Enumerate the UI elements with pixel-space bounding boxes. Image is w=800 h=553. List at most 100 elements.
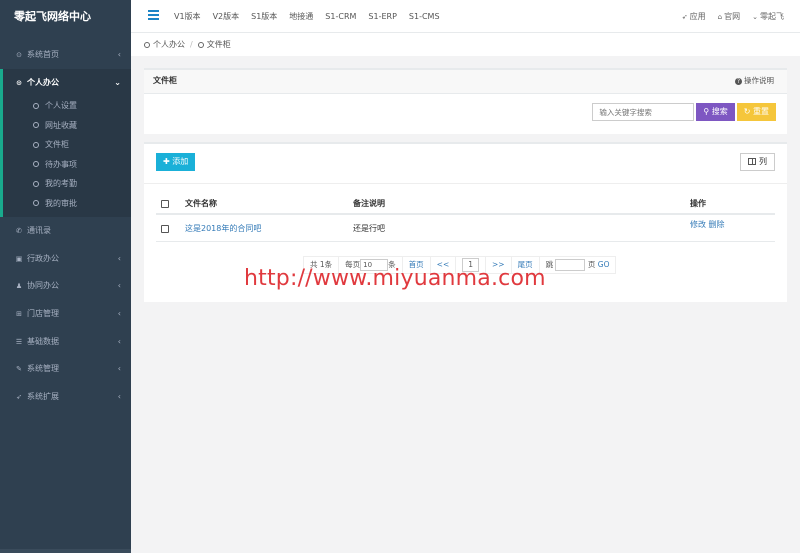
header-name: 文件名称 xyxy=(185,199,217,208)
topnav-s1[interactable]: S1版本 xyxy=(251,11,277,22)
panel-title: 文件柜 ? 操作说明 xyxy=(144,70,787,94)
delete-link[interactable]: 删除 xyxy=(709,220,725,229)
reset-button[interactable]: ↻ 重置 xyxy=(736,103,776,121)
topnav-v2[interactable]: V2版本 xyxy=(213,11,240,22)
dashboard-icon: ⊙ xyxy=(16,51,22,59)
sidebar-item-label: 系统扩展 xyxy=(27,391,59,401)
refresh-icon: ↻ xyxy=(743,107,753,116)
row-checkbox[interactable] xyxy=(161,225,169,233)
edit-link[interactable]: 修改 xyxy=(690,220,706,229)
chevron-left-icon: ‹ xyxy=(117,308,121,318)
chevron-left-icon: ‹ xyxy=(117,336,121,346)
sidebar-item-label: 个人办公 xyxy=(27,77,59,87)
sidebar-item-collab[interactable]: ♟ 协同办公 ‹ xyxy=(0,272,131,300)
circle-icon xyxy=(33,122,39,129)
rocket-icon: ➶ xyxy=(681,13,688,21)
breadcrumb-item: 文件柜 xyxy=(206,40,231,49)
header-note: 备注说明 xyxy=(353,199,385,208)
topnav-erp[interactable]: S1-ERP xyxy=(368,12,397,21)
columns-icon xyxy=(748,157,756,165)
sidebar-item-extensions[interactable]: ➶ 系统扩展 ‹ xyxy=(0,383,131,411)
top-right-links: ➶ 应用 ⌂ 官网 ⌄ 零起飞 xyxy=(670,0,784,33)
sidebar: 零起飞网络中心 ⊙ 系统首页 ‹ ⊙ 个人办公 ⌄ 个人设置 网址收藏 文件柜 待办… xyxy=(0,0,131,553)
sidebar-subitem-filecabinet[interactable]: 文件柜 xyxy=(3,135,131,155)
select-all-checkbox[interactable] xyxy=(161,200,169,208)
table-header: 文件名称 备注说明 操作 xyxy=(156,194,775,215)
sidebar-scrollbar[interactable] xyxy=(0,549,131,553)
sidebar-item-personal[interactable]: ⊙ 个人办公 ⌄ xyxy=(3,69,131,97)
sidebar-item-home[interactable]: ⊙ 系统首页 ‹ xyxy=(0,41,131,69)
header-op: 操作 xyxy=(690,199,706,208)
sidebar-subitem-attendance[interactable]: 我的考勤 xyxy=(3,174,131,194)
circle-icon xyxy=(144,41,150,48)
rocket-icon: ➶ xyxy=(16,392,22,401)
users-icon: ♟ xyxy=(15,282,23,291)
search-button[interactable]: ⚲ 搜索 xyxy=(696,103,735,121)
top-nav-links: V1版本 V2版本 S1版本 地接通 S1-CRM S1-ERP S1-CMS xyxy=(174,0,452,33)
sidebar-group-personal: ⊙ 个人办公 ⌄ 个人设置 网址收藏 文件柜 待办事项 我的考勤 我的审批 xyxy=(0,68,131,218)
sidebar-subitem-bookmarks[interactable]: 网址收藏 xyxy=(3,116,131,136)
search-icon: ⚲ xyxy=(703,107,712,116)
circle-icon xyxy=(33,200,39,207)
home-icon: ⌂ xyxy=(717,13,723,21)
sidebar-subitem-settings[interactable]: 个人设置 xyxy=(3,96,131,116)
file-note: 还是行吧 xyxy=(353,224,385,233)
breadcrumb: 个人办公 / 文件柜 xyxy=(131,33,800,56)
sidebar-subitem-approval[interactable]: 我的审批 xyxy=(3,194,131,214)
sitemap-icon: ⊞ xyxy=(16,309,22,318)
row-actions: 修改 删除 xyxy=(690,215,725,235)
table-row: 这是2018年的合同吧 还是行吧 修改 删除 xyxy=(156,215,775,242)
sidebar-item-label: 系统首页 xyxy=(27,50,59,59)
breadcrumb-separator: / xyxy=(190,40,193,49)
file-name-link[interactable]: 这是2018年的合同吧 xyxy=(185,215,261,242)
sidebar-item-label: 系统管理 xyxy=(27,364,59,374)
sidebar-item-label: 通讯录 xyxy=(27,226,51,236)
jump-page-input[interactable] xyxy=(555,259,586,271)
topnav-crm[interactable]: S1-CRM xyxy=(325,12,356,21)
circle-icon xyxy=(33,102,39,109)
add-button[interactable]: ✚ 添加 xyxy=(156,153,196,171)
question-icon: ? xyxy=(735,78,742,85)
brand-title: 零起飞网络中心 xyxy=(0,0,131,33)
sidebar-item-admin[interactable]: ▣ 行政办公 ‹ xyxy=(0,245,131,273)
search-panel: 文件柜 ?操作说明 ⚲ 搜索 ↻ 重置 xyxy=(144,68,787,134)
chevron-left-icon: ‹ xyxy=(117,391,121,401)
sidebar-item-label: 行政办公 xyxy=(27,253,59,263)
plus-icon: ✚ xyxy=(163,157,173,166)
wrench-icon: ✎ xyxy=(16,365,22,374)
sidebar-submenu: 个人设置 网址收藏 文件柜 待办事项 我的考勤 我的审批 xyxy=(3,96,131,217)
sidebar-item-label: 门店管理 xyxy=(27,308,59,318)
file-table: 文件名称 备注说明 操作 这是2018年的合同吧 还是行吧 修改 删除 xyxy=(156,194,775,242)
sidebar-menu: ⊙ 系统首页 ‹ ⊙ 个人办公 ⌄ 个人设置 网址收藏 文件柜 待办事项 我的考勤 … xyxy=(0,41,131,410)
chevron-left-icon: ‹ xyxy=(117,281,121,291)
go-button[interactable]: GO xyxy=(598,260,610,269)
menu-toggle-icon[interactable] xyxy=(148,10,159,21)
topnav-dijietong[interactable]: 地接通 xyxy=(289,11,313,22)
circle-dot-icon: ⊙ xyxy=(16,78,22,87)
circle-icon xyxy=(33,141,39,148)
phone-icon: ✆ xyxy=(16,227,22,236)
user-menu[interactable]: ⌄ 零起飞 xyxy=(752,11,784,22)
chevron-down-icon: ⌄ xyxy=(752,13,758,21)
sidebar-item-contacts[interactable]: ✆ 通讯录 xyxy=(0,217,131,245)
topnav-cms[interactable]: S1-CMS xyxy=(409,12,440,21)
search-input[interactable] xyxy=(592,103,695,121)
sidebar-item-stores[interactable]: ⊞ 门店管理 ‹ xyxy=(0,300,131,328)
help-link[interactable]: ? 操作说明 xyxy=(735,70,774,92)
search-row: ⚲ 搜索 ↻ 重置 xyxy=(592,103,776,121)
official-site-link[interactable]: ⌂ 官网 xyxy=(718,11,740,22)
circle-icon xyxy=(33,180,39,187)
sidebar-subitem-todo[interactable]: 待办事项 xyxy=(3,155,131,175)
circle-icon xyxy=(197,41,204,48)
chevron-left-icon: ‹ xyxy=(117,364,121,374)
watermark-text: http://www.miyuanma.com xyxy=(244,266,546,291)
top-navbar: V1版本 V2版本 S1版本 地接通 S1-CRM S1-ERP S1-CMS … xyxy=(131,0,800,33)
topnav-v1[interactable]: V1版本 xyxy=(174,11,201,22)
circle-icon xyxy=(33,161,39,168)
sidebar-item-sysadmin[interactable]: ✎ 系统管理 ‹ xyxy=(0,355,131,383)
divider xyxy=(144,183,787,184)
columns-button[interactable]: 列 xyxy=(740,153,775,171)
sidebar-item-basedata[interactable]: ☰ 基础数据 ‹ xyxy=(0,328,131,356)
breadcrumb-item[interactable]: 个人办公 xyxy=(153,39,185,50)
app-link[interactable]: ➶ 应用 xyxy=(682,11,706,22)
